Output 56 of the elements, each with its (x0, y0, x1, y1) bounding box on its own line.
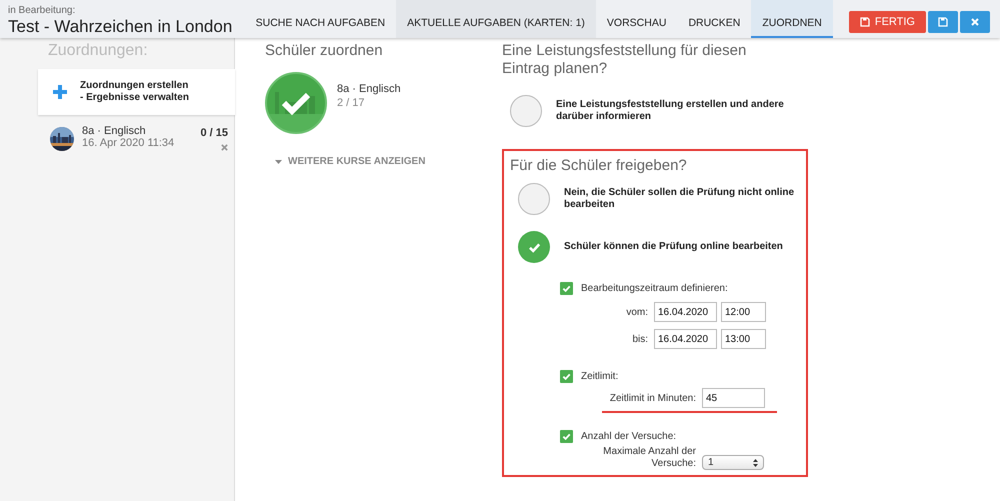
save-button[interactable] (928, 11, 958, 33)
field-label: bis: (631, 332, 648, 346)
close-icon (221, 144, 228, 152)
section-heading: Für die Schüler freigeben? (510, 157, 688, 175)
select-value: 1 (708, 456, 714, 470)
caret-icon (275, 160, 282, 164)
status-label: in Bearbeitung: (8, 5, 76, 17)
field-label: Maximale Anzahl der Versuche: (602, 446, 696, 470)
tab[interactable]: DRUCKEN (677, 0, 752, 38)
assignment-count: 0 / 15 (200, 126, 228, 141)
option-label: Eine Leistungsfeststellung erstellen und andere darüber informieren (556, 99, 785, 123)
check-icon (562, 284, 571, 293)
check-icon (562, 372, 571, 381)
close-button[interactable] (960, 11, 990, 33)
checkbox[interactable] (560, 430, 573, 443)
time-field[interactable]: 13:00 (721, 329, 766, 349)
radio-option[interactable] (518, 183, 550, 215)
course-date: 16. Apr 2020 11:34 (82, 137, 174, 149)
section-heading: Eine Leistungsfeststellung für diesen Eintrag planen? (502, 42, 748, 78)
minutes-field[interactable]: 45 (702, 388, 765, 408)
save-icon (938, 17, 948, 27)
spinner-arrows-icon (753, 458, 758, 466)
setting-label: Anzahl der Versuche: (581, 430, 676, 444)
student-count: 2 / 17 (337, 96, 366, 110)
radio-option[interactable] (510, 95, 542, 127)
tab[interactable]: AKTUELLE AUFGABEN (KARTEN: 1) (396, 0, 596, 38)
date-field[interactable]: 16.04.2020 (654, 302, 717, 322)
tab[interactable]: SUCHE NACH AUFGABEN (244, 0, 396, 38)
field-label: vom: (625, 306, 648, 320)
course-name: 8a · Englisch (82, 125, 147, 137)
checkbox[interactable] (560, 282, 573, 295)
remove-button[interactable] (221, 144, 228, 152)
setting-label: Zeitlimit: (581, 370, 618, 384)
option-label: Nein, die Schüler sollen die Prüfung nicht online bearbeiten (564, 187, 796, 211)
save-icon (860, 17, 870, 27)
attempts-select[interactable]: 1 (702, 455, 764, 470)
check-icon (562, 432, 571, 441)
radio-option[interactable] (518, 231, 550, 263)
field-label: Zeitlimit in Minuten: (608, 392, 696, 406)
course-name: 8a · Englisch (337, 82, 401, 96)
time-field[interactable]: 12:00 (721, 302, 766, 322)
setting-label: Bearbeitungszeitraum definieren: (581, 282, 728, 296)
finish-button[interactable]: FERTIG (848, 11, 926, 33)
sidebar-heading: Zuordnungen: (48, 41, 149, 61)
page-title: Test - Wahrzeichen in London (8, 17, 234, 37)
section-heading: Schüler zuordnen (265, 42, 384, 60)
checkbox[interactable] (560, 370, 573, 383)
option-label: Schüler können die Prüfung online bearbeiten (564, 241, 784, 253)
close-icon (971, 18, 979, 26)
more-courses-link[interactable]: WEITERE KURSE ANZEIGEN (265, 154, 426, 169)
tab[interactable]: VORSCHAU (596, 0, 678, 38)
check-icon (528, 240, 540, 254)
plus-icon (52, 84, 68, 100)
tab[interactable]: ZUORDNEN (751, 0, 833, 38)
create-assignment-item[interactable]: Zuordnungen erstellen - Ergebnisse verwalten (38, 69, 235, 115)
date-field[interactable]: 16.04.2020 (654, 329, 717, 349)
